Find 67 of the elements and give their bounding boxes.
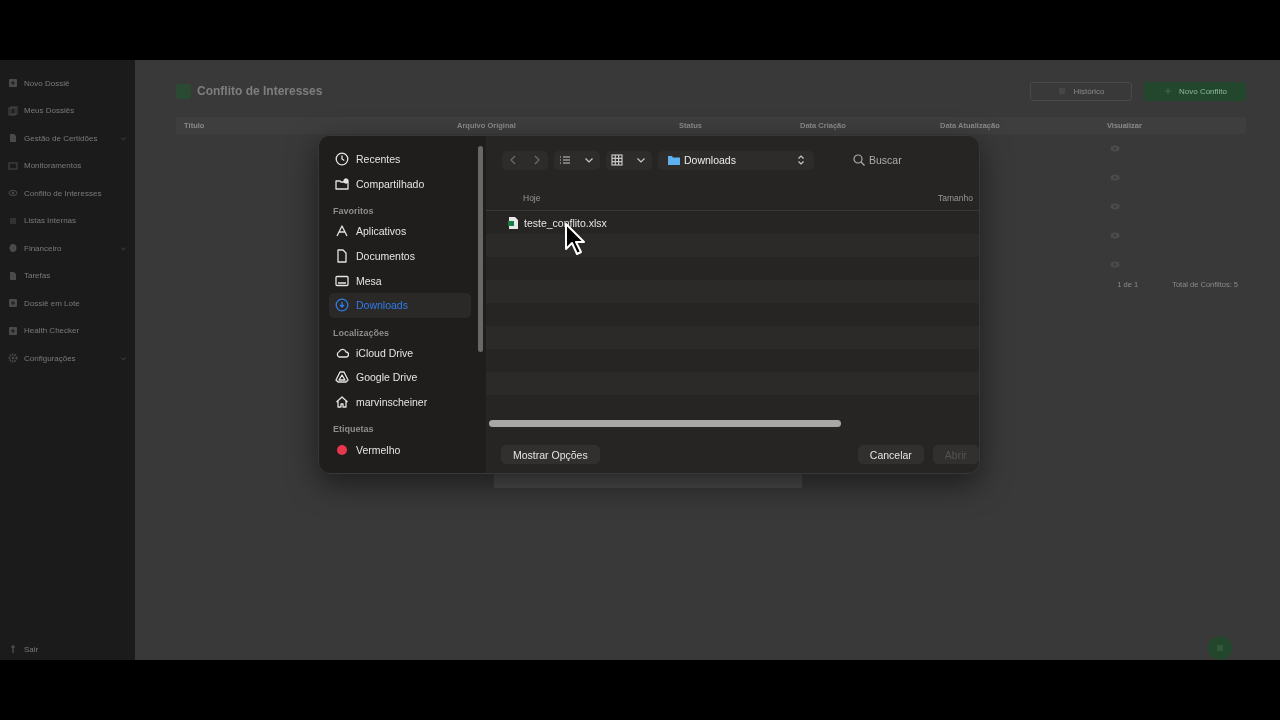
page-title: Conflito de Interesses — [197, 84, 324, 98]
folder-icon — [667, 153, 681, 167]
horizontal-scrollbar[interactable] — [489, 420, 841, 427]
sidebar-item[interactable]: Dossiê em Lote — [8, 294, 127, 313]
grid-icon — [610, 153, 624, 167]
sidebar-item[interactable]: Recentes — [329, 147, 471, 172]
new-conflict-button[interactable]: Novo Conflito — [1144, 81, 1246, 101]
sidebar-item[interactable]: Financeiro — [8, 239, 127, 258]
location-dropdown[interactable]: Downloads — [658, 150, 814, 170]
document-icon — [8, 270, 18, 281]
sidebar-item[interactable]: Google Drive — [329, 365, 471, 390]
section-heading: Localizações — [333, 326, 391, 338]
monitor-icon — [8, 160, 18, 171]
sidebar-item[interactable]: Conflito de Interesses — [8, 184, 127, 203]
section-heading: Etiquetas — [333, 423, 375, 435]
options-button[interactable]: Mostrar Opções — [501, 445, 600, 464]
history-button[interactable]: Histórico — [1030, 81, 1132, 101]
cancel-button[interactable]: Cancelar — [857, 445, 924, 464]
group-options-button[interactable] — [606, 150, 652, 170]
chevron-down-icon — [120, 134, 127, 142]
logout-link[interactable]: Sair — [24, 644, 39, 654]
desktop-icon — [335, 273, 349, 288]
coin-icon — [8, 243, 18, 254]
sidebar-item[interactable]: Novo Dossiê — [8, 74, 127, 93]
sidebar-item[interactable]: Vermelho — [329, 437, 471, 462]
sidebar-item[interactable]: Tarefas — [8, 266, 127, 285]
sidebar-item[interactable]: Aplicativos — [329, 219, 471, 244]
section-heading: Favoritos — [333, 205, 375, 217]
search-icon — [852, 153, 866, 167]
sidebar-item[interactable]: Mesa — [329, 268, 471, 293]
column-header: Tamanho — [938, 193, 973, 203]
sidebar-item[interactable]: Downloads — [329, 292, 471, 318]
shared-folder-icon — [335, 176, 349, 191]
home-icon — [335, 395, 349, 410]
plus-square-icon — [8, 325, 18, 336]
sidebar-item[interactable]: Gestão de Certidões — [8, 129, 127, 148]
gear-icon — [8, 353, 18, 364]
pin-icon — [8, 644, 18, 654]
documents-icon — [8, 105, 18, 116]
drive-icon — [335, 370, 349, 385]
sidebar-item[interactable]: Health Checker — [8, 321, 127, 340]
sidebar-item[interactable]: Meus Dossiês — [8, 101, 127, 120]
scrollbar[interactable] — [478, 146, 483, 352]
eye-icon — [8, 188, 18, 199]
plus-square-icon — [8, 298, 18, 309]
sidebar-item[interactable]: iCloud Drive — [329, 340, 471, 366]
sidebar-item[interactable]: Configurações — [8, 349, 127, 368]
chevron-down-icon — [120, 354, 127, 362]
clock-icon — [335, 152, 349, 167]
file-row[interactable]: teste_conflito.xlsx — [486, 211, 979, 234]
sidebar-item[interactable]: Documentos — [329, 243, 471, 269]
apps-icon — [335, 224, 349, 239]
search-field[interactable]: Buscar — [846, 152, 908, 168]
spreadsheet-file-icon — [508, 216, 518, 229]
sidebar-item[interactable]: marvinscheiner — [329, 389, 471, 415]
chevron-down-icon — [120, 244, 127, 252]
column-header: Hoje — [523, 193, 541, 203]
menu-fab-button[interactable] — [1208, 636, 1232, 660]
document-icon — [8, 133, 18, 144]
sidebar-item[interactable]: Compartilhado — [329, 171, 471, 197]
sidebar-item[interactable]: Listas Internas — [8, 211, 127, 230]
download-icon — [335, 298, 349, 313]
document-icon — [335, 249, 349, 264]
plus-square-icon — [8, 78, 18, 89]
plus-icon — [1163, 86, 1173, 96]
view-options-button[interactable] — [554, 150, 600, 170]
sidebar-item[interactable]: Monitoramentos — [8, 156, 127, 175]
